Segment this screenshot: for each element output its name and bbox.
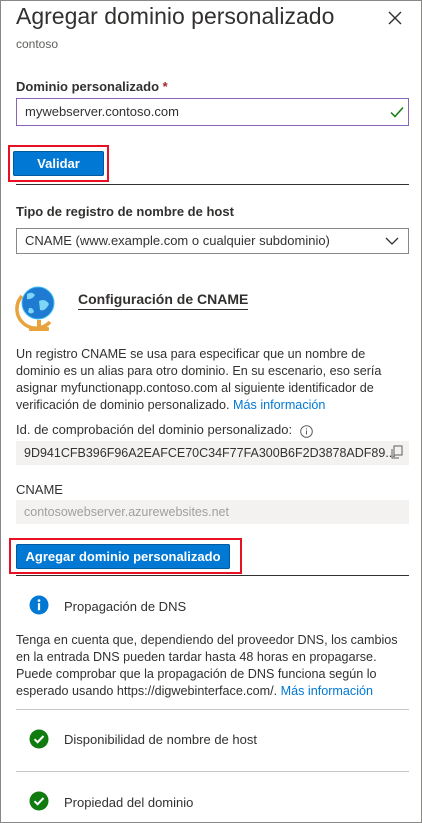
cname-section-title: Configuración de CNAME xyxy=(78,291,249,310)
check-circle-icon xyxy=(29,791,49,811)
hostname-availability-status: Disponibilidad de nombre de host xyxy=(64,732,257,747)
required-mark: * xyxy=(162,79,168,94)
valid-check-icon xyxy=(390,107,404,118)
verification-id-label: Id. de comprobación del dominio personal… xyxy=(16,422,293,437)
cname-value-field[interactable]: contosowebserver.azurewebsites.net xyxy=(16,500,409,524)
cname-description-text: Un registro CNAME se usa para especifica… xyxy=(16,347,382,412)
divider xyxy=(16,709,409,710)
divider xyxy=(16,575,409,576)
add-custom-domain-button[interactable]: Agregar dominio personalizado xyxy=(16,544,230,569)
host-record-label: Tipo de registro de nombre de host xyxy=(16,204,234,219)
custom-domain-input[interactable]: mywebserver.contoso.com xyxy=(16,98,409,126)
domain-label-text: Dominio personalizado xyxy=(16,79,160,94)
dns-description: Tenga en cuenta que, dependiendo del pro… xyxy=(16,632,409,700)
cname-label: CNAME xyxy=(16,482,63,497)
validate-button[interactable]: Validar xyxy=(13,151,104,176)
divider xyxy=(16,771,409,772)
cname-more-info-link[interactable]: Más información xyxy=(233,398,325,412)
copy-icon[interactable] xyxy=(390,445,404,459)
chevron-down-icon xyxy=(385,237,399,245)
page-subtitle: contoso xyxy=(16,37,59,51)
host-record-select[interactable]: CNAME (www.example.com o cualquier subdo… xyxy=(16,228,409,254)
domain-label: Dominio personalizado * xyxy=(16,79,168,94)
check-circle-icon xyxy=(29,729,49,749)
globe-icon xyxy=(15,286,55,331)
page-title: Agregar dominio personalizado xyxy=(16,3,335,29)
verification-id-field[interactable]: 9D941CFB396F96A2EAFCE70C34F77FA300B6F2D3… xyxy=(16,441,409,465)
close-icon[interactable] xyxy=(385,8,405,28)
divider xyxy=(16,184,409,185)
cname-description: Un registro CNAME se usa para especifica… xyxy=(16,346,408,414)
dns-more-info-link[interactable]: Más información xyxy=(281,684,373,698)
domain-ownership-status: Propiedad del dominio xyxy=(64,795,194,810)
info-circle-icon xyxy=(29,595,49,615)
info-icon[interactable] xyxy=(300,425,313,438)
dns-propagation-title: Propagación de DNS xyxy=(64,599,187,614)
